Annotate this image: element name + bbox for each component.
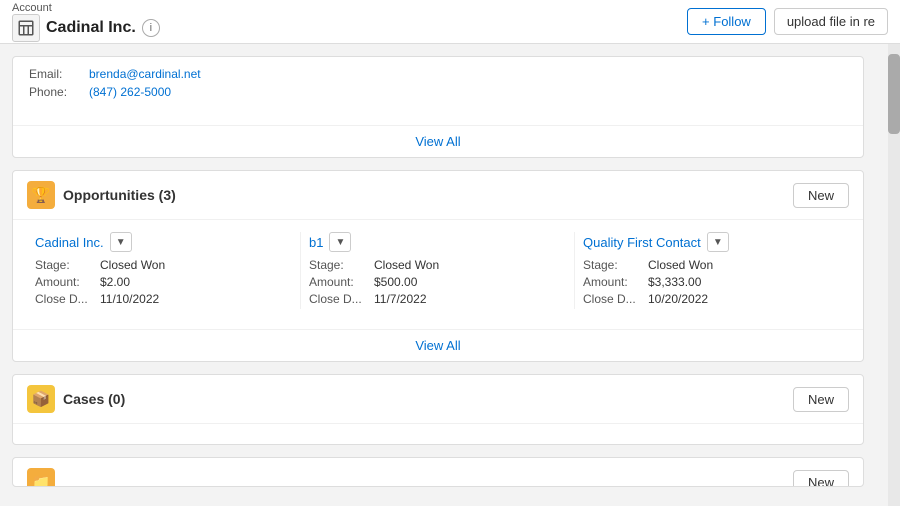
phone-row: Phone: (847) 262-5000 (29, 85, 847, 99)
opp2-dropdown-button[interactable]: ▼ (329, 232, 351, 252)
opp3-name-row: Quality First Contact ▼ (583, 232, 841, 252)
contact-card: Email: brenda@cardinal.net Phone: (847) … (12, 56, 864, 158)
contact-info: Email: brenda@cardinal.net Phone: (847) … (13, 57, 863, 117)
opp3-dropdown-button[interactable]: ▼ (707, 232, 729, 252)
opp2-stage-label: Stage: (309, 258, 374, 272)
opp2-close-label: Close D... (309, 292, 374, 306)
opp2-amount-label: Amount: (309, 275, 374, 289)
opp2-stage-value: Closed Won (374, 258, 439, 272)
opp1-amount-row: Amount: $2.00 (35, 275, 292, 289)
opp3-close-row: Close D... 10/20/2022 (583, 292, 841, 306)
opportunities-icon: 🏆 (27, 181, 55, 209)
opp1-close-label: Close D... (35, 292, 100, 306)
email-row: Email: brenda@cardinal.net (29, 67, 847, 81)
opp2-close-row: Close D... 11/7/2022 (309, 292, 566, 306)
cases-title-row: 📦 Cases (0) (27, 385, 125, 413)
cases-icon: 📦 (27, 385, 55, 413)
cases-header: 📦 Cases (0) New (13, 375, 863, 424)
info-icon[interactable]: i (142, 19, 160, 37)
email-value[interactable]: brenda@cardinal.net (89, 67, 201, 81)
opportunities-grid: Cadinal Inc. ▼ Stage: Closed Won Amount:… (13, 220, 863, 321)
opportunity-item-3: Quality First Contact ▼ Stage: Closed Wo… (575, 232, 849, 309)
opp1-name-row: Cadinal Inc. ▼ (35, 232, 292, 252)
opp1-stage-label: Stage: (35, 258, 100, 272)
bottom-section-header: 📁 New (13, 458, 863, 487)
opp2-name-row: b1 ▼ (309, 232, 566, 252)
opp1-amount-value: $2.00 (100, 275, 130, 289)
cases-card: 📦 Cases (0) New (12, 374, 864, 445)
opp1-stage-value: Closed Won (100, 258, 165, 272)
opp1-stage-row: Stage: Closed Won (35, 258, 292, 272)
opportunities-title-row: 🏆 Opportunities (3) (27, 181, 176, 209)
opp1-amount-label: Amount: (35, 275, 100, 289)
main-content: Email: brenda@cardinal.net Phone: (847) … (0, 44, 888, 506)
bottom-section-icon: 📁 (27, 468, 55, 487)
cases-new-button[interactable]: New (793, 387, 849, 412)
opportunity-item-2: b1 ▼ Stage: Closed Won Amount: $500.00 C… (301, 232, 575, 309)
scrollbar-track (888, 44, 900, 506)
opp3-close-label: Close D... (583, 292, 648, 306)
contact-view-all-link[interactable]: View All (415, 134, 460, 149)
opp3-amount-label: Amount: (583, 275, 648, 289)
phone-label: Phone: (29, 85, 89, 99)
opp1-close-value: 11/10/2022 (100, 292, 159, 306)
opportunities-card: 🏆 Opportunities (3) New Cadinal Inc. ▼ S… (12, 170, 864, 362)
opp1-dropdown-button[interactable]: ▼ (110, 232, 132, 252)
opp1-name[interactable]: Cadinal Inc. (35, 235, 104, 250)
opp-view-all-row: View All (13, 329, 863, 361)
phone-value[interactable]: (847) 262-5000 (89, 85, 171, 99)
breadcrumb: Account (12, 2, 160, 14)
opp3-amount-row: Amount: $3,333.00 (583, 275, 841, 289)
header-bar: Account Cadinal Inc. i + Follow upload f… (0, 0, 900, 44)
opp3-close-value: 10/20/2022 (648, 292, 708, 306)
cases-title: Cases (0) (63, 391, 125, 407)
opp2-amount-row: Amount: $500.00 (309, 275, 566, 289)
contact-view-all-row: View All (13, 125, 863, 157)
opp3-stage-label: Stage: (583, 258, 648, 272)
bottom-section-card: 📁 New (12, 457, 864, 487)
opportunities-header: 🏆 Opportunities (3) New (13, 171, 863, 220)
account-building-icon (12, 14, 40, 42)
opp-view-all-link[interactable]: View All (415, 338, 460, 353)
opportunities-new-button[interactable]: New (793, 183, 849, 208)
account-name: Cadinal Inc. (46, 19, 136, 37)
bottom-new-button[interactable]: New (793, 470, 849, 488)
opp3-stage-value: Closed Won (648, 258, 713, 272)
opp2-name[interactable]: b1 (309, 235, 323, 250)
opp3-amount-value: $3,333.00 (648, 275, 701, 289)
bottom-title-row: 📁 (27, 468, 55, 487)
account-name-row: Cadinal Inc. i (12, 14, 160, 42)
opportunities-title: Opportunities (3) (63, 187, 176, 203)
scrollbar-thumb[interactable] (888, 54, 900, 134)
header-right: + Follow upload file in re (687, 8, 888, 35)
cases-body (13, 424, 863, 444)
follow-button[interactable]: + Follow (687, 8, 766, 35)
opp2-amount-value: $500.00 (374, 275, 417, 289)
upload-button[interactable]: upload file in re (774, 8, 888, 35)
opportunity-item-1: Cadinal Inc. ▼ Stage: Closed Won Amount:… (27, 232, 301, 309)
opp2-stage-row: Stage: Closed Won (309, 258, 566, 272)
opp1-close-row: Close D... 11/10/2022 (35, 292, 292, 306)
email-label: Email: (29, 67, 89, 81)
opp3-name[interactable]: Quality First Contact (583, 235, 701, 250)
opp2-close-value: 11/7/2022 (374, 292, 427, 306)
opp3-stage-row: Stage: Closed Won (583, 258, 841, 272)
header-left: Account Cadinal Inc. i (12, 2, 160, 42)
